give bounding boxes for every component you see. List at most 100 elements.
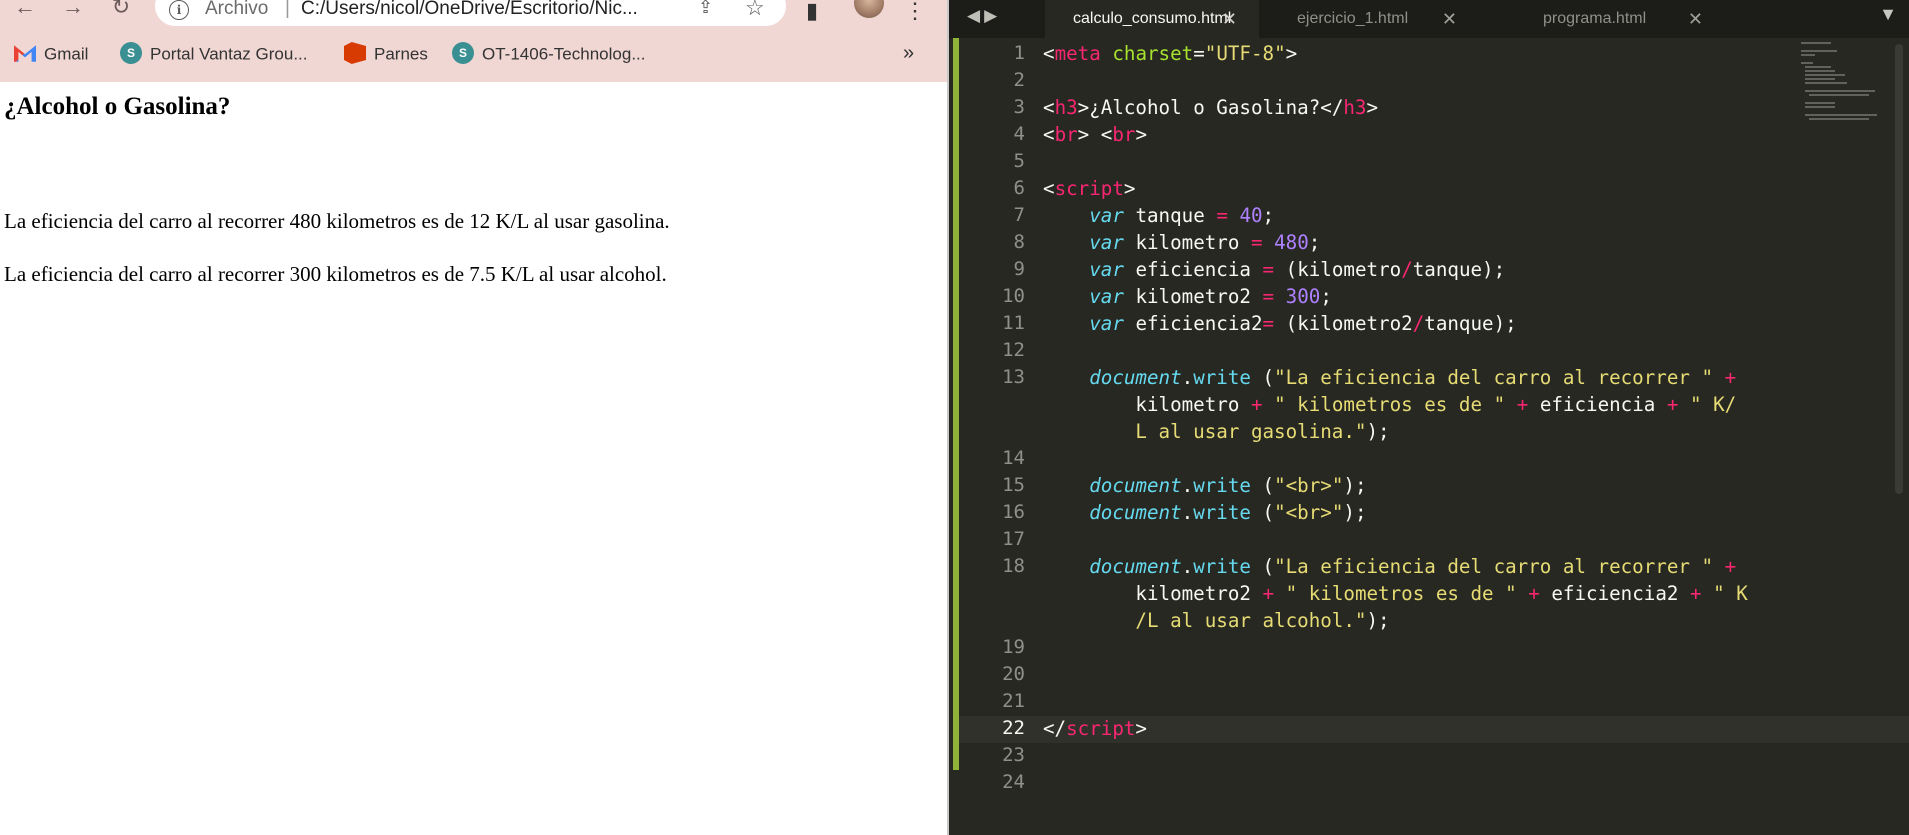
code-token: ); xyxy=(1366,420,1390,443)
address-scheme-label: Archivo xyxy=(205,0,269,19)
share-icon[interactable]: ⇪ xyxy=(698,0,713,18)
code-token: = xyxy=(1250,231,1263,254)
code-token: + xyxy=(1250,393,1263,416)
code-line-7[interactable]: var tanque = 40; xyxy=(1043,202,1274,229)
code-editor: ◀▶ calculo_consumo.html ✕ ejercicio_1.ht… xyxy=(949,0,1909,835)
line-number: 7 xyxy=(1013,204,1025,226)
back-arrow-icon[interactable]: ← xyxy=(8,0,42,20)
code-token: kilometro xyxy=(1135,393,1240,416)
code-token: tanque); xyxy=(1412,258,1506,281)
code-token: ( xyxy=(1250,555,1275,578)
code-token: = xyxy=(1262,312,1275,335)
address-bar[interactable]: i Archivo | C:/Users/nicol/OneDrive/Escr… xyxy=(155,0,786,26)
forward-arrow-icon[interactable]: → xyxy=(56,0,90,20)
code-line-1[interactable]: <meta charset="UTF-8"> xyxy=(1043,40,1297,67)
address-url[interactable]: C:/Users/nicol/OneDrive/Escritorio/Nic..… xyxy=(301,0,638,20)
code-token: ; xyxy=(1262,204,1275,227)
close-icon[interactable]: ✕ xyxy=(1688,0,1703,38)
profile-avatar[interactable] xyxy=(854,0,884,18)
bookmark-parnes[interactable]: Parnes xyxy=(344,42,428,66)
tab-programa[interactable]: programa.html ✕ xyxy=(1515,0,1725,38)
code-token: eficiencia xyxy=(1135,258,1251,281)
menu-kebab-icon[interactable]: ⋮ xyxy=(904,0,926,24)
code-token: < xyxy=(1043,96,1055,119)
code-token: var xyxy=(1089,285,1124,308)
code-token: script xyxy=(1054,177,1124,200)
result-line-gasolina: La eficiencia del carro al recorrer 480 … xyxy=(4,209,670,233)
code-token: ( xyxy=(1250,366,1275,389)
line-number: 2 xyxy=(1013,69,1025,91)
code-line-22[interactable]: </script> xyxy=(1043,715,1147,742)
code-token: kilometro xyxy=(1135,231,1240,254)
tab-calculo-consumo[interactable]: calculo_consumo.html ✕ xyxy=(1045,0,1259,38)
code-token: "La eficiencia del carro al recorrer " xyxy=(1274,366,1714,389)
code-token: eficiencia xyxy=(1539,393,1656,416)
line-number: 15 xyxy=(1002,474,1025,496)
code-token: = xyxy=(1262,285,1275,308)
line-number: 12 xyxy=(1002,339,1025,361)
minimap[interactable] xyxy=(1793,38,1889,128)
code-line-18-wrap-1[interactable]: kilometro2 + " kilometros es de " + efic… xyxy=(1043,580,1747,607)
code-token: ( xyxy=(1250,501,1275,524)
code-token: </ xyxy=(1043,717,1067,740)
code-token: / xyxy=(1412,312,1425,335)
code-token: = xyxy=(1262,258,1275,281)
code-token: (kilometro2 xyxy=(1285,312,1413,335)
code-token: " kilometros es de " xyxy=(1274,393,1506,416)
close-icon[interactable]: ✕ xyxy=(1442,0,1457,38)
line-number: 19 xyxy=(1002,636,1025,658)
site-info-icon[interactable]: i xyxy=(169,0,189,20)
code-line-16[interactable]: document.write ("<br>"); xyxy=(1043,499,1366,526)
code-token: var xyxy=(1089,312,1124,335)
code-token: ; xyxy=(1320,285,1332,308)
chevron-down-icon[interactable]: ▼ xyxy=(1879,4,1897,25)
code-line-18-wrap-2[interactable]: /L al usar alcohol."); xyxy=(1043,607,1389,634)
sidepanel-icon[interactable]: ▮ xyxy=(806,0,818,24)
code-line-13-wrap-1[interactable]: kilometro + " kilometros es de " + efici… xyxy=(1043,391,1736,418)
code-token: /L al usar alcohol." xyxy=(1135,609,1367,632)
code-token: meta xyxy=(1054,42,1101,65)
code-token: write xyxy=(1193,555,1251,578)
tab-nav-arrows-icon[interactable]: ◀▶ xyxy=(967,6,1001,26)
line-number: 5 xyxy=(1013,150,1025,172)
code-token: write xyxy=(1193,366,1251,389)
bookmark-portal-vantaz[interactable]: S Portal Vantaz Grou... xyxy=(120,42,307,66)
line-number: 20 xyxy=(1002,663,1025,685)
code-token: > xyxy=(1366,96,1379,119)
code-token: < xyxy=(1043,177,1055,200)
tab-ejercicio-1[interactable]: ejercicio_1.html ✕ xyxy=(1269,0,1479,38)
code-token: "<br>" xyxy=(1274,501,1344,524)
reload-icon[interactable]: ↻ xyxy=(104,0,138,20)
line-number: 1 xyxy=(1013,42,1025,64)
vertical-scrollbar[interactable] xyxy=(1895,44,1903,494)
code-token: > xyxy=(1285,42,1298,65)
code-token: . xyxy=(1181,555,1194,578)
code-line-13[interactable]: document.write ("La eficiencia del carro… xyxy=(1043,364,1736,391)
code-token: var xyxy=(1089,204,1124,227)
code-line-13-wrap-2[interactable]: L al usar gasolina."); xyxy=(1043,418,1390,445)
bookmark-star-icon[interactable]: ☆ xyxy=(745,0,765,21)
close-icon[interactable]: ✕ xyxy=(1222,0,1237,38)
line-number: 18 xyxy=(1002,555,1025,577)
code-line-4[interactable]: <br> <br> xyxy=(1043,121,1147,148)
code-line-15[interactable]: document.write ("<br>"); xyxy=(1043,472,1366,499)
code-line-6[interactable]: <script> xyxy=(1043,175,1135,202)
code-line-10[interactable]: var kilometro2 = 300; xyxy=(1043,283,1332,310)
code-token: charset xyxy=(1112,42,1194,65)
line-number: 4 xyxy=(1013,123,1025,145)
address-separator: | xyxy=(285,0,290,19)
code-token: h3 xyxy=(1054,96,1078,119)
bookmark-ot-1406[interactable]: S OT-1406-Technolog... xyxy=(452,42,646,66)
code-line-11[interactable]: var eficiencia2= (kilometro2/tanque); xyxy=(1043,310,1517,337)
code-token: eficiencia2 xyxy=(1551,582,1679,605)
bookmarks-overflow-button[interactable]: » xyxy=(903,42,914,65)
code-line-18[interactable]: document.write ("La eficiencia del carro… xyxy=(1043,553,1736,580)
code-token: br xyxy=(1112,123,1136,146)
bookmark-label: OT-1406-Technolog... xyxy=(482,44,646,64)
code-token: > < xyxy=(1077,123,1113,146)
code-line-3[interactable]: <h3>¿Alcohol o Gasolina?</h3> xyxy=(1043,94,1378,121)
code-line-8[interactable]: var kilometro = 480; xyxy=(1043,229,1320,256)
code-line-9[interactable]: var eficiencia = (kilometro/tanque); xyxy=(1043,256,1505,283)
bookmark-gmail[interactable]: Gmail xyxy=(14,44,88,66)
code-token: tanque); xyxy=(1424,312,1517,335)
